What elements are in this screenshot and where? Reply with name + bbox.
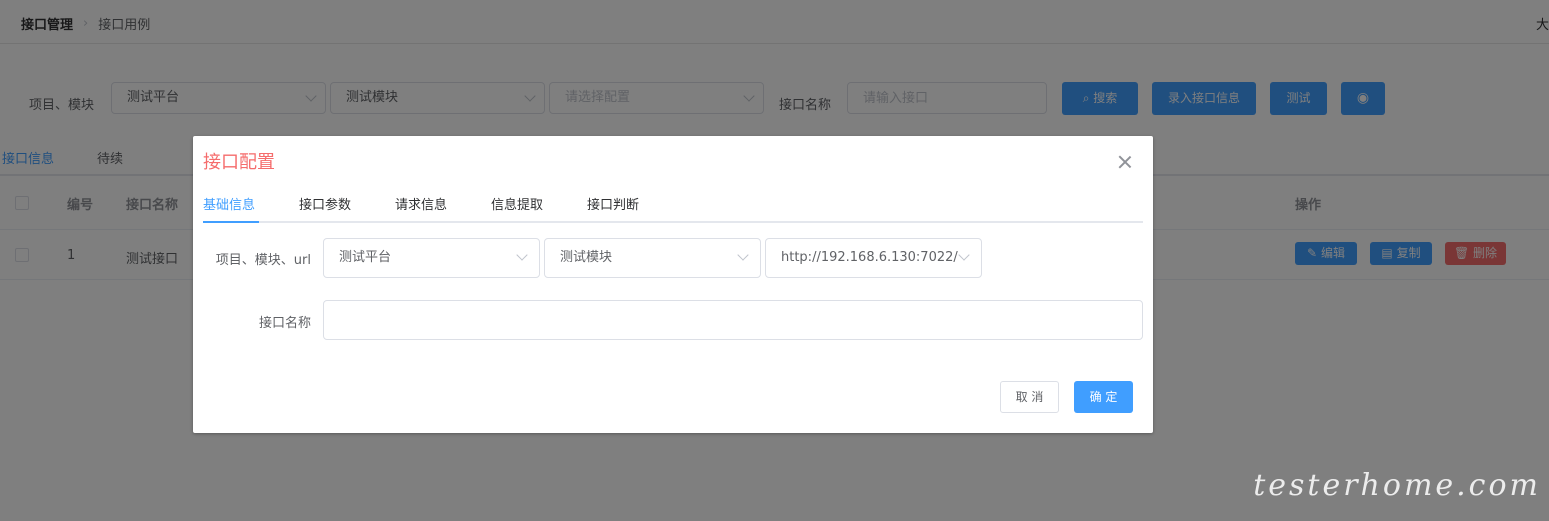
- tab-info-extract[interactable]: 信息提取: [491, 194, 543, 213]
- tab-api-params[interactable]: 接口参数: [299, 194, 351, 213]
- dialog-module-select[interactable]: 测试模块: [544, 238, 761, 278]
- tab-api-assert[interactable]: 接口判断: [587, 194, 639, 213]
- watermark: testerhome.com: [1253, 468, 1541, 503]
- chevron-down-icon: [516, 249, 528, 261]
- tab-basic-info[interactable]: 基础信息: [203, 194, 255, 213]
- close-icon[interactable]: [1117, 154, 1133, 170]
- dialog-module-value: 测试模块: [560, 250, 613, 265]
- dialog-title: 接口配置: [203, 152, 275, 173]
- cancel-button[interactable]: 取 消: [1000, 381, 1059, 413]
- tab-request-info[interactable]: 请求信息: [395, 194, 447, 213]
- dialog-project-value: 测试平台: [339, 250, 392, 265]
- api-name-input[interactable]: [323, 300, 1143, 340]
- project-module-url-label: 项目、模块、url: [215, 253, 311, 268]
- api-config-dialog: 接口配置 基础信息 接口参数 请求信息 信息提取 接口判断 项目、模块、url …: [193, 136, 1153, 433]
- dialog-url-value: http://192.168.6.130:7022/: [781, 250, 958, 265]
- active-tab-indicator: [203, 221, 259, 223]
- chevron-down-icon: [958, 249, 970, 261]
- confirm-button[interactable]: 确 定: [1074, 381, 1133, 413]
- chevron-down-icon: [737, 249, 749, 261]
- api-name-label-dialog: 接口名称: [258, 316, 311, 331]
- dialog-project-select[interactable]: 测试平台: [323, 238, 540, 278]
- dialog-tabs: 基础信息 接口参数 请求信息 信息提取 接口判断: [203, 185, 1143, 223]
- dialog-url-select[interactable]: http://192.168.6.130:7022/: [765, 238, 982, 278]
